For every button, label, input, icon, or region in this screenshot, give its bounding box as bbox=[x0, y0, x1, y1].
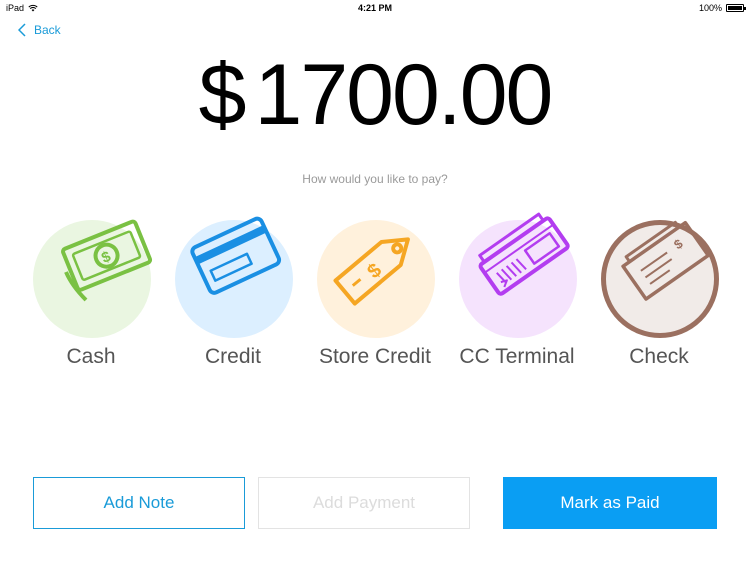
status-bar: iPad 4:21 PM 100% bbox=[0, 0, 750, 16]
back-button[interactable]: Back bbox=[18, 23, 61, 37]
status-time: 4:21 PM bbox=[357, 3, 392, 13]
amount-value: 1700.00 bbox=[254, 47, 553, 143]
currency-symbol: $ bbox=[198, 47, 247, 143]
method-check[interactable]: $ Check bbox=[584, 212, 734, 377]
credit-card-icon bbox=[190, 216, 282, 295]
mark-as-paid-button[interactable]: Mark as Paid bbox=[503, 477, 717, 529]
payment-methods: $ Cash Credit $ Store Credit CC Terminal… bbox=[0, 212, 750, 382]
card-terminal-icon bbox=[478, 212, 570, 296]
cash-icon: $ bbox=[61, 219, 153, 302]
status-bar-right: 100% bbox=[698, 3, 746, 13]
add-note-button[interactable]: Add Note bbox=[33, 477, 245, 529]
battery-fill bbox=[728, 6, 742, 10]
method-check-label: Check bbox=[629, 345, 689, 368]
add-payment-button[interactable]: Add Payment bbox=[258, 477, 470, 529]
chevron-left-icon bbox=[18, 23, 26, 37]
check-icon: $ bbox=[621, 220, 710, 301]
battery-percent: 100% bbox=[698, 3, 722, 13]
back-label: Back bbox=[34, 23, 61, 37]
price-tag-icon: $ bbox=[333, 237, 410, 306]
svg-text:$: $ bbox=[671, 235, 686, 252]
amount-due: $1700.00 bbox=[0, 50, 750, 140]
payment-prompt: How would you like to pay? bbox=[302, 172, 448, 186]
battery-icon bbox=[726, 4, 746, 12]
